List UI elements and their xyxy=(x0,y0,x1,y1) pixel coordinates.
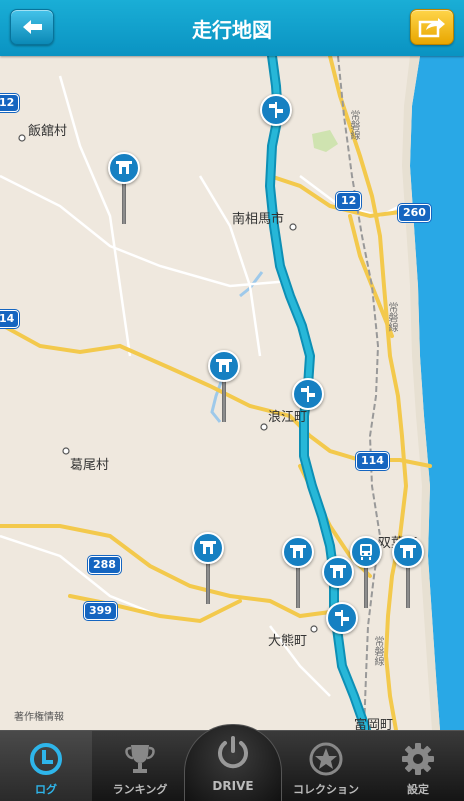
route-shield-14: 14 xyxy=(0,310,20,328)
pin-head xyxy=(326,602,358,634)
station-icon xyxy=(360,544,372,560)
road-sign-icon xyxy=(335,610,349,626)
pin-head xyxy=(292,378,324,410)
place-label-minamisoma: 南相馬市 xyxy=(232,212,285,227)
collection-pin[interactable] xyxy=(208,350,240,422)
collection-pin[interactable] xyxy=(326,602,358,642)
tab-collection[interactable]: コレクション xyxy=(280,731,372,801)
landmark-icon xyxy=(200,541,216,554)
tab-label: DRIVE xyxy=(212,779,254,793)
route-map[interactable]: 飯舘村 南相馬市 浪江町 葛尾村 双葉町 大熊町 富岡町 常磐線 常磐線 常磐線… xyxy=(0,56,464,730)
tab-label: コレクション xyxy=(293,783,359,796)
tab-label: ログ xyxy=(35,783,57,796)
star-icon xyxy=(309,742,343,776)
pin-head xyxy=(108,152,140,184)
collection-pin[interactable] xyxy=(392,536,424,608)
tab-settings[interactable]: 設定 xyxy=(372,731,464,801)
pin-head xyxy=(392,536,424,568)
place-label-katsurao: 葛尾村 xyxy=(70,458,110,473)
route-shield-260: 260 xyxy=(398,204,431,222)
place-label-okuma: 大熊町 xyxy=(268,634,308,649)
route-shield-12-left: 12 xyxy=(0,94,20,112)
landmark-icon xyxy=(330,565,346,578)
share-button[interactable] xyxy=(410,9,454,45)
power-icon xyxy=(218,736,248,769)
tab-log[interactable]: ログ xyxy=(0,731,92,801)
collection-pin[interactable] xyxy=(260,94,292,134)
clock-icon xyxy=(30,743,62,775)
place-label-tomioka: 富岡町 xyxy=(354,718,394,730)
tab-ranking[interactable]: ランキング xyxy=(94,731,186,801)
landmark-icon xyxy=(290,545,306,558)
place-label-iitate: 飯舘村 xyxy=(28,124,68,139)
route-shield-12: 12 xyxy=(336,192,362,210)
rail-label: 常磐線 xyxy=(386,302,397,332)
collection-pin[interactable] xyxy=(108,152,140,224)
tab-label: 設定 xyxy=(407,783,429,796)
road-sign-icon xyxy=(269,102,283,118)
pin-head xyxy=(208,350,240,382)
route-shield-288: 288 xyxy=(88,556,121,574)
landmark-icon xyxy=(216,359,232,372)
landmark-icon xyxy=(116,161,132,174)
gear-icon xyxy=(402,743,434,775)
pin-head xyxy=(350,536,382,568)
collection-pin[interactable] xyxy=(350,536,382,608)
share-icon xyxy=(418,18,445,38)
page-title: 走行地図 xyxy=(192,18,272,42)
pin-head xyxy=(192,532,224,564)
pin-head xyxy=(282,536,314,568)
collection-pin[interactable] xyxy=(282,536,314,608)
trophy-icon xyxy=(125,745,155,773)
rail-label: 常磐線 xyxy=(372,636,383,666)
copyright-link[interactable]: 著作権情報 xyxy=(14,708,64,723)
landmark-icon xyxy=(400,545,416,558)
road-sign-icon xyxy=(301,386,315,402)
rail-label: 常磐線 xyxy=(348,110,359,140)
collection-pin[interactable] xyxy=(192,532,224,604)
pin-head xyxy=(260,94,292,126)
app-header: 走行地図 xyxy=(0,0,464,56)
tab-label: ランキング xyxy=(112,783,168,796)
collection-pin[interactable] xyxy=(292,378,324,418)
route-shield-399: 399 xyxy=(84,602,117,620)
route-shield-114: 114 xyxy=(356,452,389,470)
